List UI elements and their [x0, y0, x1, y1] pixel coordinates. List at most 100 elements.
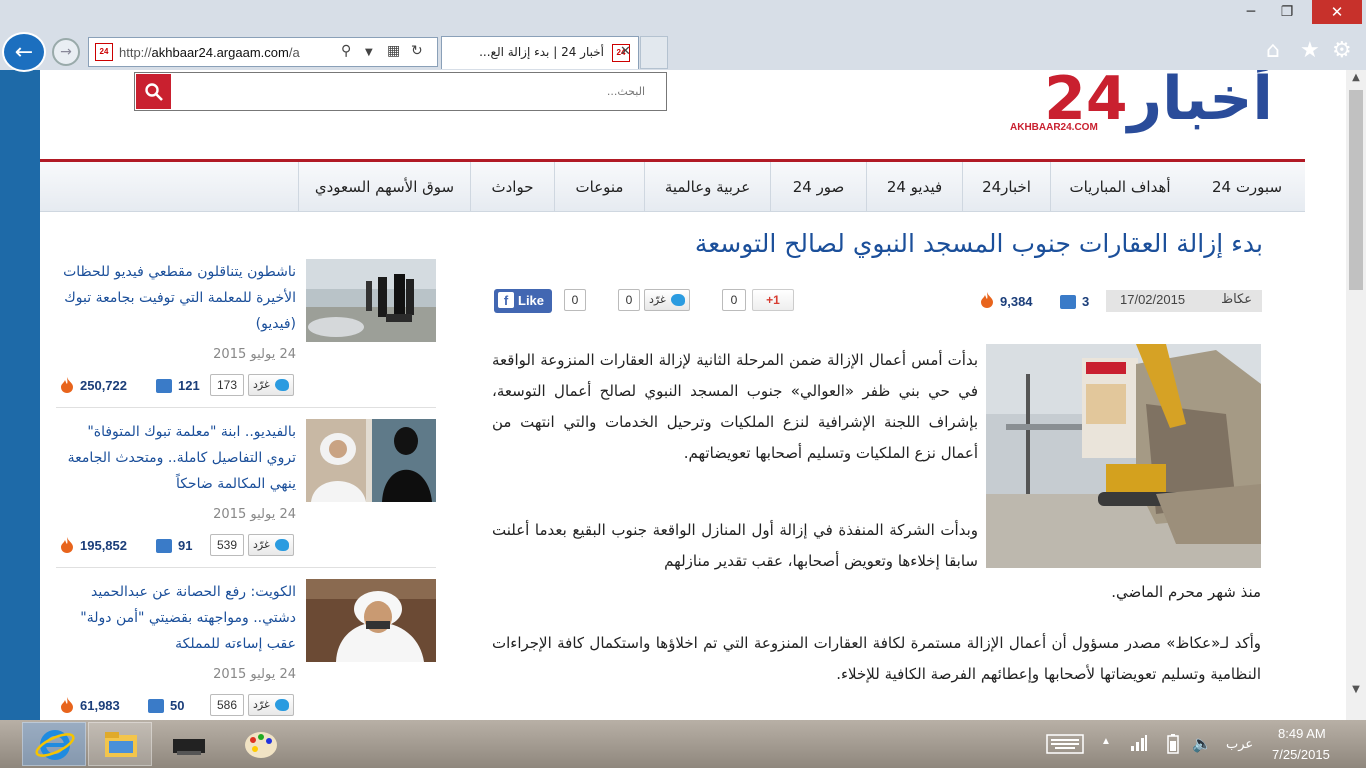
news-headline[interactable]: ناشطون يتناقلون مقطعي فيديو للحظات الأخي…	[56, 259, 296, 337]
divider	[56, 407, 436, 408]
tray-expand-icon[interactable]: ▲	[1101, 736, 1111, 747]
comment-icon	[156, 539, 172, 553]
search-button[interactable]	[136, 74, 171, 109]
printer-icon	[173, 739, 205, 755]
news-thumbnail[interactable]	[306, 259, 436, 342]
news-date: 24 يوليو 2015	[213, 507, 296, 522]
keyboard-icon[interactable]	[1046, 734, 1084, 754]
folder-icon	[105, 732, 137, 757]
taskbar: ▲ 🔈 عرب 8:49 AM 7/25/2015	[0, 720, 1366, 768]
flame-icon	[61, 377, 73, 393]
news-meta: غرّد 539 91 195,852	[56, 534, 436, 560]
tools-gear-icon[interactable]: ⚙	[1332, 38, 1352, 63]
favorites-star-icon[interactable]: ★	[1300, 38, 1320, 63]
nav-item-goals[interactable]: أهداف المباريات	[1050, 162, 1189, 212]
scroll-thumb[interactable]	[1349, 90, 1363, 290]
main-nav: سبورت 24 أهداف المباريات اخبار24 فيديو 2…	[40, 162, 1305, 212]
article: بدء إزالة العقارات جنوب المسجد النبوي لص…	[452, 213, 1305, 720]
facebook-like-button[interactable]: f Like	[494, 289, 552, 313]
news-meta: غرّد 173 121 250,722	[56, 374, 436, 400]
taskbar-printer[interactable]	[156, 722, 220, 766]
views-count: 9,384	[1000, 294, 1033, 309]
vertical-scrollbar[interactable]: ▲ ▼	[1346, 70, 1366, 720]
clock-time[interactable]: 8:49 AM	[1278, 726, 1326, 741]
gplus-count: 0	[722, 289, 746, 311]
views-count: 250,722	[80, 378, 127, 393]
news-thumbnail[interactable]	[306, 579, 436, 662]
facebook-icon: f	[498, 292, 514, 308]
comment-count: 91	[178, 538, 193, 553]
nav-item-akhbar24[interactable]: اخبار24	[962, 162, 1050, 212]
tweet-button[interactable]: غرّد	[248, 694, 294, 716]
volume-icon[interactable]: 🔈	[1192, 734, 1212, 754]
home-icon[interactable]: ⌂	[1266, 38, 1280, 63]
search-icon[interactable]: ⚲	[341, 43, 351, 59]
compatibility-icon[interactable]: ▦	[387, 43, 400, 59]
maximize-button[interactable]: ❐	[1272, 0, 1302, 24]
search-input[interactable]	[175, 74, 655, 109]
tweet-count: 539	[210, 534, 244, 556]
article-paragraph: وأكد لـ«عكاظ» مصدر مسؤول أن أعمال الإزال…	[492, 634, 1261, 683]
article-paragraph: وبدأت الشركة المنفذة في إزالة أول المناز…	[492, 521, 978, 570]
dropdown-icon[interactable]: ▼	[365, 47, 373, 58]
flame-icon	[981, 292, 993, 308]
refresh-icon[interactable]: ↻	[411, 43, 423, 59]
nav-item-misc[interactable]: منوعات	[554, 162, 644, 212]
news-date: 24 يوليو 2015	[213, 667, 296, 682]
clock-date[interactable]: 7/25/2015	[1272, 747, 1330, 762]
nav-item-saudi-stocks[interactable]: سوق الأسهم السعودي	[298, 162, 470, 212]
taskbar-ie[interactable]	[22, 722, 86, 766]
back-button[interactable]: ←	[2, 32, 46, 72]
taskbar-explorer[interactable]	[88, 722, 152, 766]
news-thumbnail[interactable]	[306, 419, 436, 502]
twitter-bird-icon	[275, 539, 289, 551]
divider	[56, 567, 436, 568]
tweet-button[interactable]: غرّد	[644, 289, 690, 311]
tweet-button[interactable]: غرّد	[248, 534, 294, 556]
comment-icon[interactable]	[1060, 295, 1076, 309]
close-tab-icon[interactable]: ✕	[620, 44, 631, 59]
article-image	[986, 344, 1261, 568]
site-favicon: 24	[95, 43, 113, 61]
address-bar[interactable]: 24 http://akhbaar24.argaam.com/a ⚲ ▼ ▦ ↻	[88, 37, 438, 67]
arrow-left-icon: ←	[14, 39, 34, 65]
news-headline[interactable]: الكويت: رفع الحصانة عن عبدالحميد دشتي.. …	[56, 579, 296, 657]
network-signal-icon[interactable]	[1130, 734, 1148, 752]
scroll-down-icon[interactable]: ▼	[1346, 684, 1366, 702]
twitter-bird-icon	[275, 699, 289, 711]
forward-button[interactable]: →	[52, 38, 80, 66]
battery-icon[interactable]	[1166, 733, 1180, 755]
article-source[interactable]: عكاظ	[1221, 292, 1252, 307]
tweet-count: 586	[210, 694, 244, 716]
tab-title: أخبار 24 | بدء إزالة الع...	[479, 45, 604, 59]
news-headline[interactable]: بالفيديو.. ابنة "معلمة تبوك المتوفاة" تر…	[56, 419, 296, 497]
tweet-count: 0	[618, 289, 640, 311]
nav-item-accidents[interactable]: حوادث	[470, 162, 554, 212]
logo-subtext: AKHBAAR24.COM	[1010, 122, 1098, 133]
sidebar-news: ناشطون يتناقلون مقطعي فيديو للحظات الأخي…	[40, 213, 450, 720]
input-language[interactable]: عرب	[1226, 736, 1253, 752]
article-meta: عكاظ 17/02/2015 3 9,384 +1 0 غرّد 0 0 f …	[452, 286, 1305, 316]
nav-item-photos24[interactable]: صور 24	[770, 162, 866, 212]
taskbar-paint[interactable]	[228, 722, 292, 766]
news-date: 24 يوليو 2015	[213, 347, 296, 362]
nav-item-video24[interactable]: فيديو 24	[866, 162, 962, 212]
comment-icon	[148, 699, 164, 713]
active-tab[interactable]: 24 أخبار 24 | بدء إزالة الع... ✕	[441, 36, 639, 69]
search-icon	[144, 82, 163, 101]
article-date: 17/02/2015	[1120, 292, 1186, 307]
scroll-up-icon[interactable]: ▲	[1346, 72, 1366, 90]
article-paragraph: بدأت أمس أعمال الإزالة ضمن المرحلة الثان…	[492, 351, 978, 462]
nav-item-sport24[interactable]: سبورت 24	[1189, 162, 1305, 212]
internet-explorer-icon	[35, 730, 75, 760]
google-plus-button[interactable]: +1	[752, 289, 794, 311]
close-button[interactable]: ✕	[1312, 0, 1362, 24]
nav-item-arab-world[interactable]: عربية وعالمية	[644, 162, 770, 212]
minimize-button[interactable]: ─	[1236, 0, 1266, 24]
new-tab-button[interactable]	[640, 36, 668, 69]
source-date-box: عكاظ 17/02/2015	[1106, 290, 1262, 312]
url-text[interactable]: http://akhbaar24.argaam.com/a	[119, 45, 300, 60]
fb-like-count: 0	[564, 289, 586, 311]
tweet-button[interactable]: غرّد	[248, 374, 294, 396]
site-logo[interactable]: أخبار24 AKHBAAR24.COM	[1008, 70, 1275, 140]
